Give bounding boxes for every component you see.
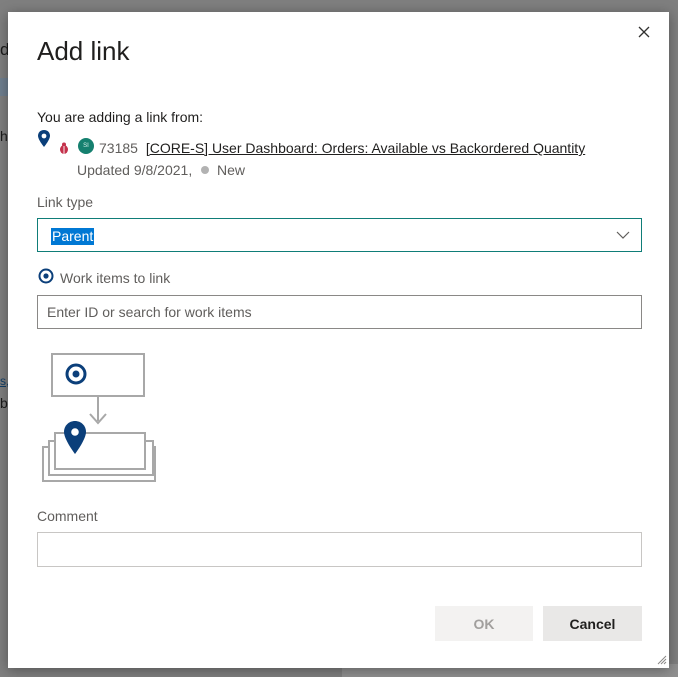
chevron-down-icon [616,231,630,239]
comment-input[interactable] [37,532,642,567]
work-item-updated: Updated 9/8/2021, [77,162,193,178]
bug-icon [57,142,71,154]
comment-label: Comment [37,508,98,524]
cancel-button[interactable]: Cancel [543,606,642,641]
pin-icon [38,130,50,147]
state-dot-icon [201,166,210,174]
radio-selected-icon[interactable] [38,268,54,284]
close-icon [638,26,650,38]
link-type-label: Link type [37,194,94,210]
work-item-line: 73185 [CORE-S] User Dashboard: Orders: A… [99,140,585,156]
work-item-state: New [217,162,246,178]
work-item-search-input[interactable] [37,295,642,329]
close-button[interactable] [632,20,656,44]
ok-button[interactable]: OK [435,606,533,641]
add-link-dialog: Add link You are adding a link from: SI … [8,12,669,668]
work-item-title-link[interactable]: [CORE-S] User Dashboard: Orders: Availab… [146,140,585,156]
link-source-label: You are adding a link from: [37,109,204,125]
avatar: SI [78,138,94,154]
background-text-fragment: b [0,395,8,411]
resize-grip-icon[interactable] [657,655,667,665]
work-item-id: 73185 [99,140,138,156]
work-item-meta: Updated 9/8/2021, New [77,162,245,178]
dialog-title: Add link [37,36,130,66]
work-items-label: Work items to link [60,270,171,286]
link-type-value: Parent [51,228,95,245]
link-type-dropdown[interactable]: Parent [37,218,642,252]
parent-link-diagram [42,353,156,482]
background-text-fragment: h [0,128,8,144]
